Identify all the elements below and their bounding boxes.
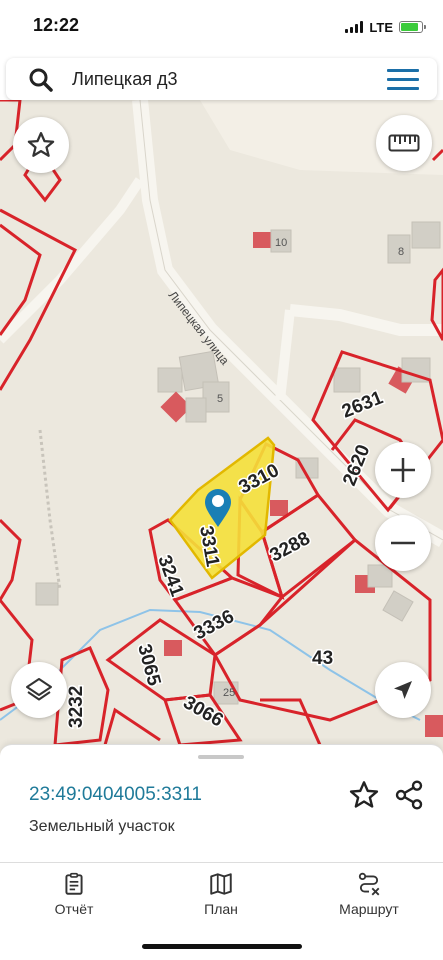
tab-bar: Отчёт План Маршрут [0,862,443,960]
zoom-out-button[interactable] [375,515,431,571]
star-icon[interactable] [348,779,380,811]
battery-icon [399,21,426,33]
map-view[interactable]: 3310 3288 3241 3336 2631 2620 3065 3066 … [0,100,443,760]
search-input[interactable]: Липецкая д3 [72,69,177,90]
building-number: 8 [398,246,404,258]
signal-icon [345,21,364,33]
building-number: 5 [217,393,223,405]
battery-fill [401,23,418,31]
tab-plan-label: План [204,901,238,917]
parcel-label-3288[interactable]: 3288 [265,527,315,568]
cadastral-map[interactable]: 3310 3288 3241 3336 2631 2620 3065 3066 … [0,100,443,760]
status-time: 12:22 [33,15,80,35]
parcel-label-43[interactable]: 43 [311,647,335,671]
parcel-cadastral-number[interactable]: 23:49:0404005:3311 [29,784,202,806]
search-icon[interactable] [28,67,54,93]
route-icon [358,872,380,896]
ruler-button[interactable] [376,115,432,171]
zoom-in-button[interactable] [375,442,431,498]
report-icon [65,872,83,895]
favorites-button[interactable] [13,117,69,173]
menu-icon[interactable] [387,69,419,91]
building-number: 25 [223,687,235,699]
navigation-arrow-icon [394,681,412,699]
network-type: LTE [369,19,393,35]
home-indicator[interactable] [142,944,302,949]
my-location-button[interactable] [375,662,431,718]
tab-plan[interactable]: План [166,871,276,925]
tab-report[interactable]: Отчёт [19,871,129,925]
tab-report-label: Отчёт [54,901,94,917]
share-icon[interactable] [393,779,425,811]
status-indicators: LTE [345,17,426,37]
tab-route[interactable]: Маршрут [314,871,424,925]
star-icon [27,132,55,157]
status-bar: 12:22 LTE [0,0,443,52]
minus-icon [391,541,415,545]
building-number: 10 [275,237,287,249]
parcel-type: Земельный участок [29,818,175,835]
parcel-label-3232[interactable]: 3232 [65,684,89,729]
search-bar[interactable]: Липецкая д3 [6,58,437,100]
map-book-icon [210,873,232,895]
tab-route-label: Маршрут [339,901,399,917]
ruler-icon [388,134,420,152]
layers-icon [26,678,52,701]
parcel-info-sheet[interactable]: 23:49:0404005:3311 Земельный участок [0,744,443,862]
layers-button[interactable] [11,662,67,718]
plus-icon [391,458,415,482]
sheet-drag-handle[interactable] [198,755,244,759]
